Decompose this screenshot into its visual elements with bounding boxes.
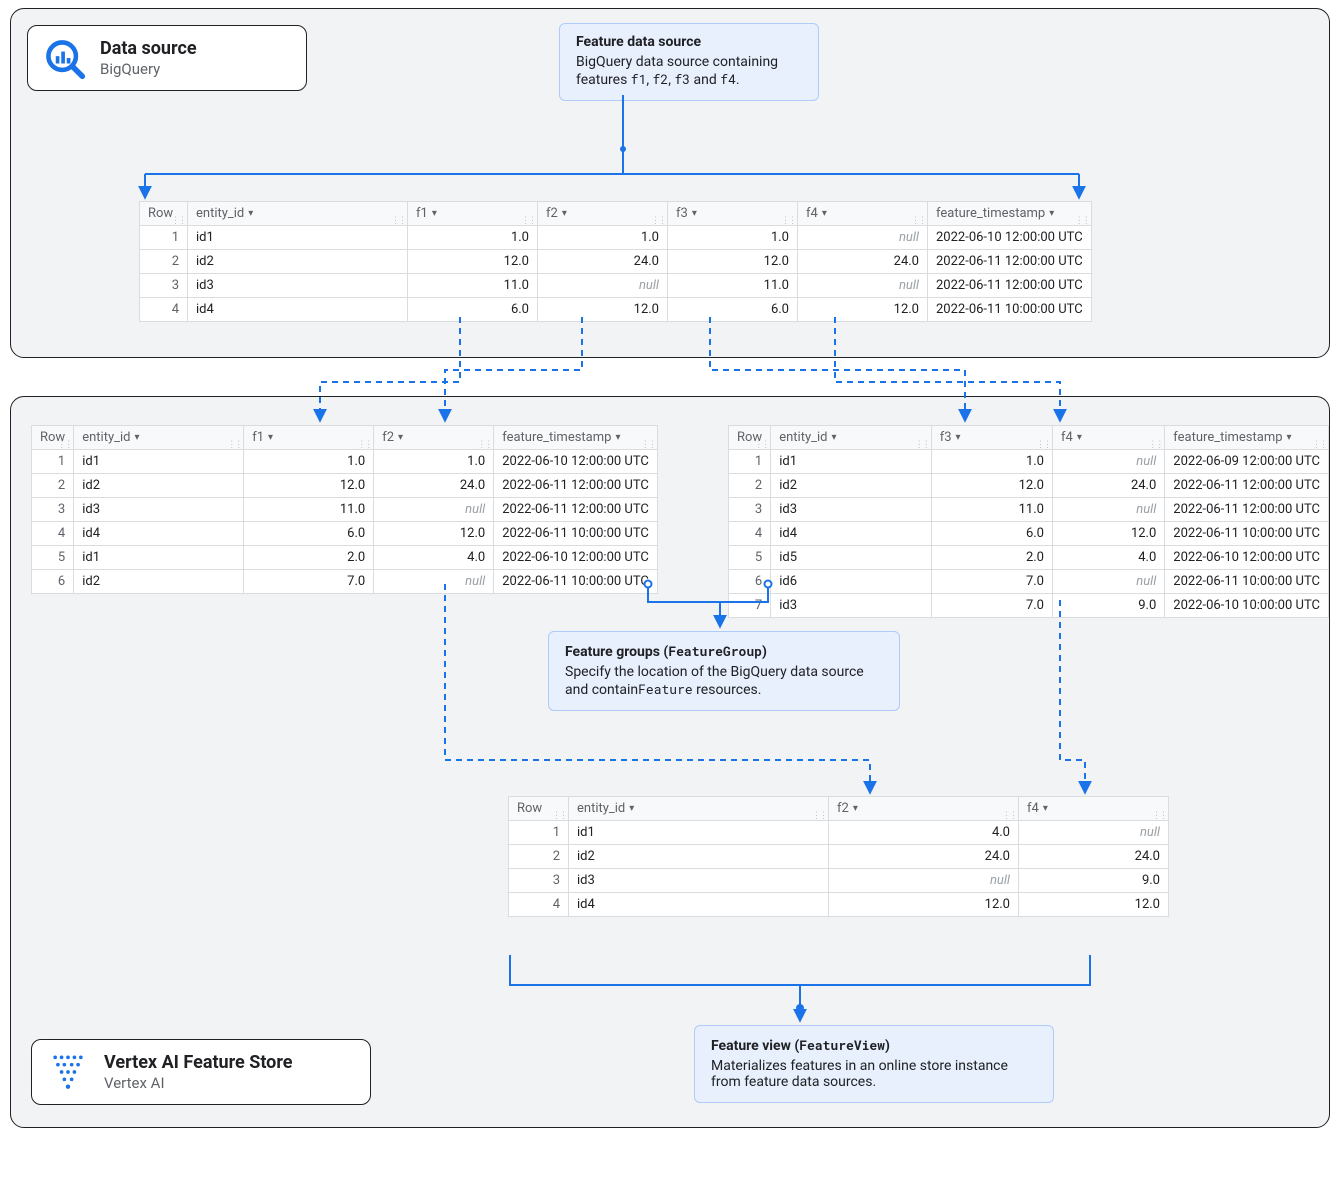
callout-head: Feature groups (FeatureGroup) — [565, 642, 883, 660]
table-row: 4id46.012.02022-06-11 10:00:00 UTC — [729, 522, 1329, 546]
feature-groups-callout: Feature groups (FeatureGroup) Specify th… — [548, 631, 900, 711]
sort-icon[interactable] — [248, 205, 253, 220]
feature-group-right-table: Row⋮⋮entity_id⋮⋮f3⋮⋮f4⋮⋮feature_timestam… — [728, 425, 1329, 618]
data-source-tag: Data source BigQuery — [27, 25, 307, 91]
sort-icon[interactable] — [692, 205, 697, 220]
sort-icon[interactable] — [398, 429, 403, 444]
sort-icon[interactable] — [1043, 800, 1048, 815]
table-row: 3id3null9.0 — [509, 869, 1169, 893]
data-source-subtitle: BigQuery — [100, 60, 197, 78]
table-row: 3id311.0null2022-06-11 12:00:00 UTC — [729, 498, 1329, 522]
source-table: Row⋮⋮entity_id⋮⋮f1⋮⋮f2⋮⋮f3⋮⋮f4⋮⋮feature_… — [139, 201, 1092, 322]
sort-icon[interactable] — [822, 205, 827, 220]
sort-icon[interactable] — [629, 800, 634, 815]
sort-icon[interactable] — [562, 205, 567, 220]
table-row: 5id12.04.02022-06-10 12:00:00 UTC — [32, 546, 658, 570]
vertex-ai-panel: Row⋮⋮entity_id⋮⋮f1⋮⋮f2⋮⋮feature_timestam… — [10, 396, 1330, 1128]
data-source-panel: Data source BigQuery Feature data source… — [10, 8, 1330, 358]
sort-icon[interactable] — [134, 429, 139, 444]
sort-icon[interactable] — [831, 429, 836, 444]
sort-icon[interactable] — [1077, 429, 1082, 444]
sort-icon[interactable] — [1287, 429, 1292, 444]
table-row: 6id27.0null2022-06-11 10:00:00 UTC — [32, 570, 658, 594]
table-row: 1id14.0null — [509, 821, 1169, 845]
table-row: 2id212.024.02022-06-11 12:00:00 UTC — [32, 474, 658, 498]
table-row: 4id46.012.06.012.02022-06-11 10:00:00 UT… — [140, 298, 1092, 322]
table-row: 3id311.0null2022-06-11 12:00:00 UTC — [32, 498, 658, 522]
callout-body: Materializes features in an online store… — [711, 1058, 1037, 1090]
table-row: 7id37.09.02022-06-10 10:00:00 UTC — [729, 594, 1329, 618]
data-source-title: Data source — [100, 38, 197, 60]
vertex-ai-icon — [46, 1050, 90, 1094]
table-row: 5id52.04.02022-06-10 12:00:00 UTC — [729, 546, 1329, 570]
table-row: 1id11.0null2022-06-09 12:00:00 UTC — [729, 450, 1329, 474]
table-row: 4id46.012.02022-06-11 10:00:00 UTC — [32, 522, 658, 546]
feature-data-source-callout: Feature data source BigQuery data source… — [559, 23, 819, 101]
bigquery-icon — [42, 36, 86, 80]
callout-head: Feature data source — [576, 34, 802, 50]
feature-view-callout: Feature view (FeatureView) Materializes … — [694, 1025, 1054, 1103]
vertex-ai-tag: Vertex AI Feature Store Vertex AI — [31, 1039, 371, 1105]
sort-icon[interactable] — [853, 800, 858, 815]
sort-icon[interactable] — [956, 429, 961, 444]
feature-group-left-table: Row⋮⋮entity_id⋮⋮f1⋮⋮f2⋮⋮feature_timestam… — [31, 425, 658, 594]
sort-icon[interactable] — [432, 205, 437, 220]
sort-icon[interactable] — [1049, 205, 1054, 220]
table-row: 6id67.0null2022-06-11 10:00:00 UTC — [729, 570, 1329, 594]
table-row: 4id412.012.0 — [509, 893, 1169, 917]
table-row: 1id11.01.02022-06-10 12:00:00 UTC — [32, 450, 658, 474]
callout-body: Specify the location of the BigQuery dat… — [565, 664, 883, 698]
vertex-ai-subtitle: Vertex AI — [104, 1074, 292, 1092]
vertex-ai-title: Vertex AI Feature Store — [104, 1052, 292, 1074]
callout-body: BigQuery data source containing features… — [576, 54, 802, 88]
table-row: 2id212.024.02022-06-11 12:00:00 UTC — [729, 474, 1329, 498]
sort-icon[interactable] — [268, 429, 273, 444]
table-row: 2id224.024.0 — [509, 845, 1169, 869]
table-row: 1id11.01.01.0null2022-06-10 12:00:00 UTC — [140, 226, 1092, 250]
feature-view-table: Row⋮⋮entity_id⋮⋮f2⋮⋮f4⋮⋮1id14.0null2id22… — [508, 796, 1169, 917]
sort-icon[interactable] — [615, 429, 620, 444]
table-row: 2id212.024.012.024.02022-06-11 12:00:00 … — [140, 250, 1092, 274]
table-row: 3id311.0null11.0null2022-06-11 12:00:00 … — [140, 274, 1092, 298]
callout-head: Feature view (FeatureView) — [711, 1036, 1037, 1054]
